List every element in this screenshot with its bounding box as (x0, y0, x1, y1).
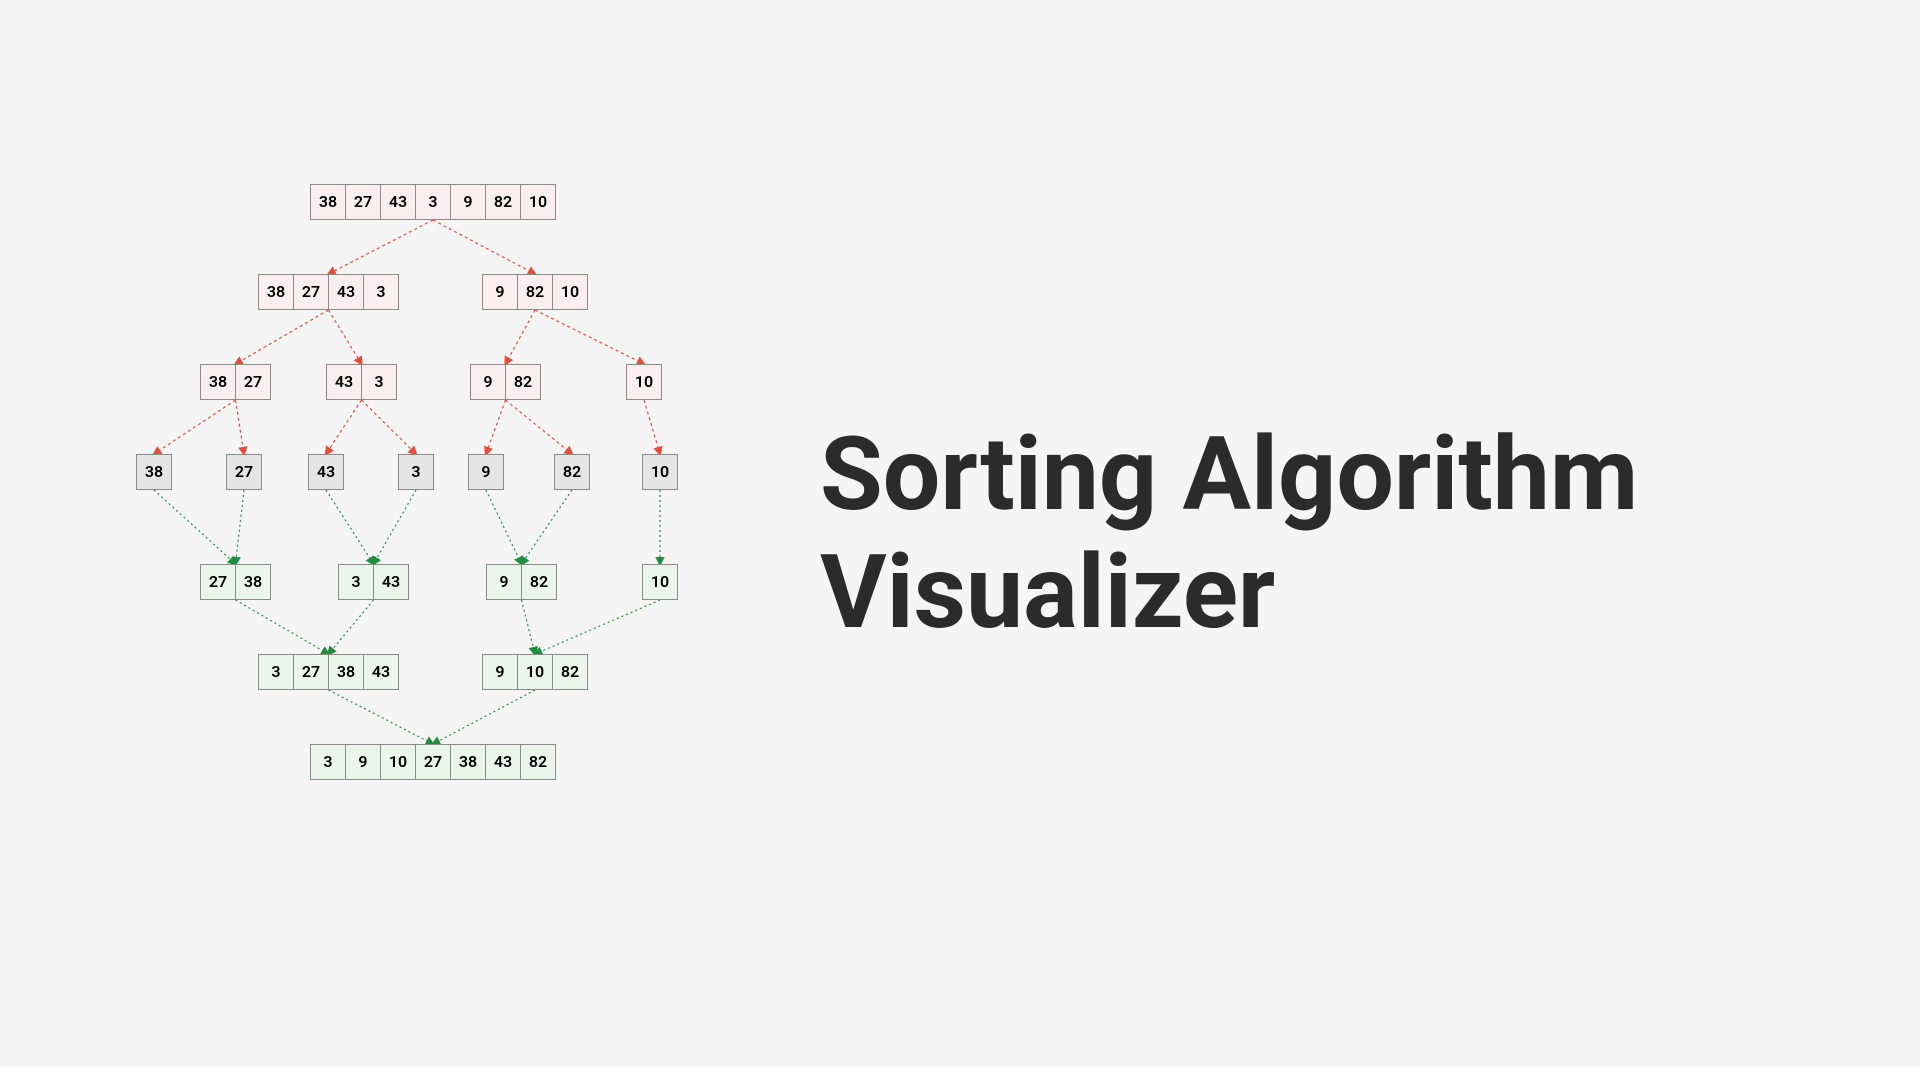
cell: 82 (552, 654, 588, 690)
node-n20: 391027384382 (310, 744, 556, 780)
cell: 38 (310, 184, 346, 220)
cell: 27 (235, 364, 271, 400)
node-n9: 43 (308, 454, 344, 490)
edge (326, 490, 374, 564)
edge (506, 310, 536, 364)
cell: 9 (468, 454, 504, 490)
node-n18: 3273843 (258, 654, 399, 690)
cell: 3 (363, 274, 399, 310)
cell: 9 (482, 654, 518, 690)
node-n12: 82 (554, 454, 590, 490)
node-n15: 343 (338, 564, 409, 600)
cell: 82 (520, 744, 556, 780)
edge (236, 490, 245, 564)
cell: 3 (258, 654, 294, 690)
cell: 43 (326, 364, 362, 400)
node-n7: 38 (136, 454, 172, 490)
node-n1: 3827433 (258, 274, 399, 310)
cell: 10 (642, 564, 678, 600)
node-n11: 9 (468, 454, 504, 490)
cell: 82 (517, 274, 553, 310)
cell: 38 (328, 654, 364, 690)
cell: 3 (398, 454, 434, 490)
edge (486, 400, 506, 454)
edge (329, 220, 434, 274)
cell: 43 (485, 744, 521, 780)
edge (522, 490, 573, 564)
cell: 27 (415, 744, 451, 780)
edge (329, 690, 434, 744)
cell: 3 (310, 744, 346, 780)
cell: 9 (450, 184, 486, 220)
cell: 43 (363, 654, 399, 690)
cell: 43 (373, 564, 409, 600)
cell: 27 (345, 184, 381, 220)
cell: 3 (361, 364, 397, 400)
edge (154, 490, 236, 564)
cell: 9 (486, 564, 522, 600)
node-n2: 98210 (482, 274, 588, 310)
edge (326, 400, 362, 454)
cell: 27 (293, 654, 329, 690)
node-n5: 982 (470, 364, 541, 400)
cell: 43 (380, 184, 416, 220)
merge-sort-tree-diagram: 3827433982103827433982103827433982103827… (20, 174, 800, 894)
edge (329, 310, 362, 364)
node-n10: 3 (398, 454, 434, 490)
edge (486, 490, 522, 564)
cell: 3 (415, 184, 451, 220)
cell: 3 (338, 564, 374, 600)
cell: 38 (450, 744, 486, 780)
cell: 10 (520, 184, 556, 220)
node-n13: 10 (642, 454, 678, 490)
page-title: Sorting Algorithm Visualizer (820, 416, 1880, 651)
edge (535, 310, 644, 364)
node-n8: 27 (226, 454, 262, 490)
edge (236, 600, 329, 654)
cell: 82 (485, 184, 521, 220)
node-n4: 433 (326, 364, 397, 400)
cell: 38 (258, 274, 294, 310)
cell: 82 (505, 364, 541, 400)
edge (154, 400, 236, 454)
cell: 10 (626, 364, 662, 400)
cell: 10 (552, 274, 588, 310)
cell: 82 (554, 454, 590, 490)
cell: 27 (226, 454, 262, 490)
edge (433, 690, 535, 744)
cell: 9 (482, 274, 518, 310)
node-n17: 10 (642, 564, 678, 600)
edge (374, 490, 417, 564)
diagram-edges (20, 174, 800, 894)
edge (644, 400, 660, 454)
cell: 9 (345, 744, 381, 780)
edge (362, 400, 417, 454)
edge (506, 400, 573, 454)
cell: 10 (642, 454, 678, 490)
cell: 27 (293, 274, 329, 310)
cell: 9 (470, 364, 506, 400)
edge (329, 600, 374, 654)
edge (433, 220, 535, 274)
edge (236, 400, 245, 454)
edge (236, 310, 329, 364)
node-n16: 982 (486, 564, 557, 600)
cell: 38 (200, 364, 236, 400)
cell: 82 (521, 564, 557, 600)
cell: 43 (328, 274, 364, 310)
node-n3: 3827 (200, 364, 271, 400)
cell: 27 (200, 564, 236, 600)
cell: 10 (517, 654, 553, 690)
node-n0: 382743398210 (310, 184, 556, 220)
node-n19: 91082 (482, 654, 588, 690)
edge (535, 600, 660, 654)
cell: 10 (380, 744, 416, 780)
edge (522, 600, 536, 654)
cell: 43 (308, 454, 344, 490)
node-n14: 2738 (200, 564, 271, 600)
node-n6: 10 (626, 364, 662, 400)
cell: 38 (136, 454, 172, 490)
cell: 38 (235, 564, 271, 600)
